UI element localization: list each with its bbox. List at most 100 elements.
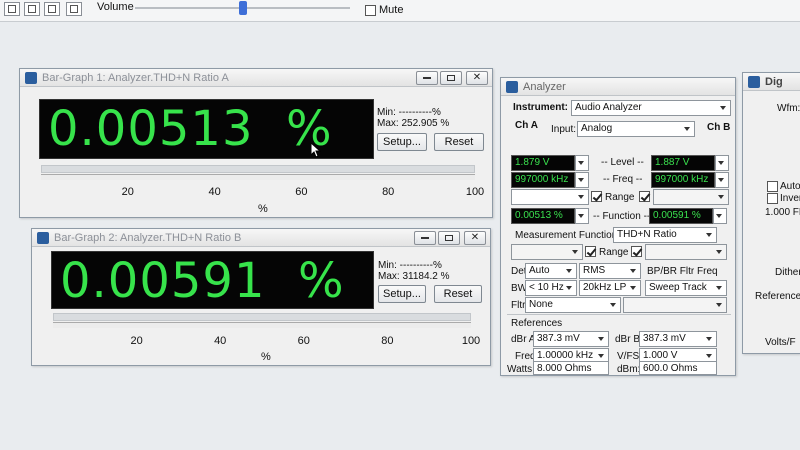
- fltr-freq-select[interactable]: [623, 297, 727, 313]
- app-icon: [506, 81, 518, 93]
- dbrb-field[interactable]: 387.3 mV: [639, 331, 717, 347]
- chevron-down-icon: [627, 282, 639, 294]
- input-select[interactable]: Analog: [577, 121, 695, 137]
- chevron-down-icon: [563, 265, 575, 277]
- det-mode-select[interactable]: RMS: [579, 263, 641, 279]
- analyzer-title: Analyzer: [523, 81, 566, 93]
- chevron-down-icon: [715, 191, 727, 203]
- fltr-value: None: [529, 299, 553, 310]
- app-icon: [748, 76, 760, 88]
- bargraph-2-value: 0.00591 %: [60, 253, 345, 309]
- fltr-select[interactable]: None: [525, 297, 621, 313]
- close-button[interactable]: ✕: [466, 71, 488, 85]
- right-references-label: References: [755, 291, 800, 302]
- watts-field[interactable]: 8.000 Ohms: [533, 361, 609, 375]
- app-icon: [37, 232, 49, 244]
- chevron-down-icon: [575, 191, 587, 203]
- freq-a-unit-select[interactable]: [575, 172, 589, 188]
- tick-label: 40: [214, 335, 227, 347]
- tick-label: 40: [208, 186, 221, 198]
- minimize-button[interactable]: [414, 231, 436, 245]
- mute-checkbox-group[interactable]: Mute: [365, 4, 403, 16]
- volume-slider-thumb[interactable]: [238, 1, 247, 15]
- bargraph-2-titlebar[interactable]: Bar-Graph 2: Analyzer.THD+N Ratio B ✕: [32, 229, 490, 247]
- bargraph-2-setup-button[interactable]: Setup...: [378, 285, 426, 303]
- bargraph-1-scale-track: [41, 174, 475, 180]
- chevron-down-icon: [713, 282, 725, 294]
- function-b-unit-select[interactable]: [713, 208, 727, 224]
- watts-value: 8.000 Ohms: [537, 363, 592, 374]
- invert-checkbox[interactable]: [767, 193, 778, 204]
- bargraph-1-reset-button[interactable]: Reset: [434, 133, 484, 151]
- grid-icon: [48, 5, 56, 13]
- bw-lp-select[interactable]: 20kHz LP: [579, 280, 641, 296]
- bargraph-2-scale-track: [53, 322, 471, 328]
- dbm-value: 600.0 Ohms: [643, 363, 698, 374]
- toolbar-button-3[interactable]: [44, 2, 60, 16]
- dbm-field[interactable]: 600.0 Ohms: [639, 361, 717, 375]
- range2-a-select[interactable]: [511, 244, 583, 260]
- auto-checkbox[interactable]: [767, 181, 778, 192]
- sweep-select[interactable]: Sweep Track: [645, 280, 727, 296]
- maximize-icon: [447, 75, 455, 81]
- freq-b-unit-select[interactable]: [715, 172, 729, 188]
- toolbar-button-2[interactable]: [24, 2, 40, 16]
- tick-label: 100: [465, 186, 485, 198]
- bargraph-1-setup-button[interactable]: Setup...: [377, 133, 427, 151]
- mouse-cursor-icon: [311, 143, 321, 157]
- level-a-unit-select[interactable]: [575, 155, 589, 171]
- instrument-select[interactable]: Audio Analyzer: [571, 100, 731, 116]
- freq-ref-value: 1.00000 kHz: [537, 350, 594, 361]
- chevron-down-icon: [681, 123, 693, 135]
- bpbr-label: BP/BR Fltr Freq: [647, 266, 718, 277]
- bw-select[interactable]: < 10 Hz: [525, 280, 577, 296]
- toolbar-button-1[interactable]: [4, 2, 20, 16]
- references-label: References: [511, 318, 563, 329]
- tick-label: 60: [297, 335, 310, 347]
- chevron-down-icon: [717, 102, 729, 114]
- minimize-button[interactable]: [416, 71, 438, 85]
- analyzer-window: Analyzer Instrument: Audio Analyzer Ch A…: [500, 77, 736, 376]
- instrument-label: Instrument:: [513, 102, 568, 113]
- volume-slider[interactable]: [135, 1, 350, 15]
- measurement-function-value: THD+N Ratio: [617, 229, 677, 240]
- function-b-value: 0.00591 %: [653, 210, 701, 221]
- close-button[interactable]: ✕: [464, 231, 486, 245]
- range2-b-select[interactable]: [645, 244, 727, 260]
- range-b-checkbox[interactable]: [639, 191, 650, 202]
- maximize-button[interactable]: [440, 71, 462, 85]
- chevron-down-icon: [627, 265, 639, 277]
- analyzer-titlebar[interactable]: Analyzer: [501, 78, 735, 96]
- bargraph-1-title: Bar-Graph 1: Analyzer.THD+N Ratio A: [42, 72, 229, 84]
- level-b-unit-select[interactable]: [715, 155, 729, 171]
- mute-checkbox[interactable]: [365, 4, 376, 16]
- chevron-down-icon: [595, 333, 607, 345]
- range2-checkbox[interactable]: [585, 246, 596, 257]
- references-divider: [507, 314, 731, 315]
- chevron-down-icon: [563, 282, 575, 294]
- dbra-field[interactable]: 387.3 mV: [533, 331, 609, 347]
- det-select[interactable]: Auto: [525, 263, 577, 279]
- bargraph-2-reset-button[interactable]: Reset: [434, 285, 482, 303]
- measurement-function-select[interactable]: THD+N Ratio: [613, 227, 717, 243]
- freq-a-display: 997000 kHz: [511, 172, 575, 188]
- function-a-unit-select[interactable]: [575, 208, 589, 224]
- chevron-down-icon: [569, 246, 581, 258]
- digital-panel-titlebar[interactable]: Dig: [743, 73, 800, 91]
- toolbar-button-4[interactable]: [66, 2, 82, 16]
- close-icon: ✕: [470, 232, 480, 243]
- bargraph-2-min: Min: ----------%: [378, 260, 442, 271]
- maximize-button[interactable]: [438, 231, 460, 245]
- dither-label: Dither T: [775, 267, 800, 278]
- bargraph-1-max: Max: 252.905 %: [377, 118, 450, 129]
- bargraph-2-unit: %: [261, 351, 271, 363]
- bargraph-1-display: 0.00513 %: [39, 99, 374, 159]
- minimize-icon: [421, 237, 429, 239]
- range-a-select[interactable]: [511, 189, 589, 205]
- bargraph-1-titlebar[interactable]: Bar-Graph 1: Analyzer.THD+N Ratio A ✕: [20, 69, 492, 87]
- range2-b-checkbox[interactable]: [631, 246, 642, 257]
- range-b-select[interactable]: [653, 189, 729, 205]
- wfm-label: Wfm:: [777, 103, 800, 114]
- range-checkbox[interactable]: [591, 191, 602, 202]
- chevron-down-icon: [607, 299, 619, 311]
